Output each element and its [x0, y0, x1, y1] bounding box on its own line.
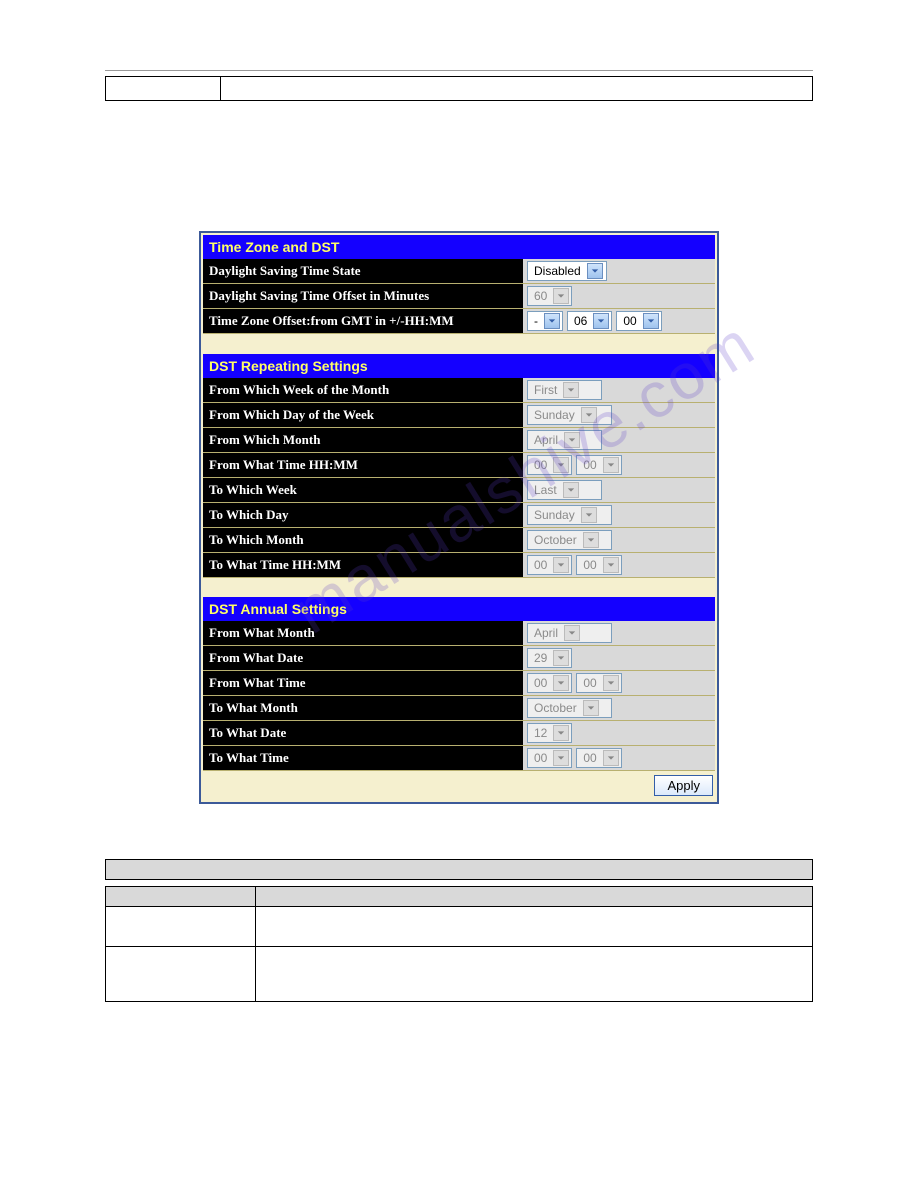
select-tz-sign-value: - — [530, 314, 540, 328]
chevron-down-icon — [603, 675, 619, 691]
select-tz-sign[interactable]: - — [527, 311, 563, 331]
select-ann-to-time-hh: 00 — [527, 748, 572, 768]
select-from-time-hh: 00 — [527, 455, 572, 475]
chevron-down-icon — [603, 457, 619, 473]
label-ann-from-date: From What Date — [203, 646, 523, 671]
label-from-month: From Which Month — [203, 427, 523, 452]
chevron-down-icon — [553, 725, 569, 741]
select-ann-to-time-mm: 00 — [576, 748, 621, 768]
section-header-timezone: Time Zone and DST — [203, 235, 715, 259]
chevron-down-icon — [564, 432, 580, 448]
select-to-month-value: October — [530, 533, 579, 547]
select-ann-from-month-value: April — [530, 626, 560, 640]
chevron-down-icon — [603, 557, 619, 573]
label-dst-state: Daylight Saving Time State — [203, 259, 523, 284]
select-ann-to-date: 12 — [527, 723, 572, 743]
select-dst-state-value: Disabled — [530, 264, 583, 278]
chevron-down-icon — [553, 557, 569, 573]
chevron-down-icon — [581, 407, 597, 423]
select-ann-from-date-value: 29 — [530, 651, 549, 665]
label-ann-to-date: To What Date — [203, 721, 523, 746]
select-tz-hh-value: 06 — [570, 314, 589, 328]
chevron-down-icon — [544, 313, 560, 329]
select-from-month: April — [527, 430, 602, 450]
select-tz-mm[interactable]: 00 — [616, 311, 661, 331]
top-empty-table — [105, 76, 813, 101]
chevron-down-icon — [553, 675, 569, 691]
bottom-gray-bar — [105, 859, 813, 880]
select-from-time-hh-value: 00 — [530, 458, 549, 472]
select-ann-to-time-mm-value: 00 — [579, 751, 598, 765]
select-from-day: Sunday — [527, 405, 612, 425]
select-tz-hh[interactable]: 06 — [567, 311, 612, 331]
select-dst-offset: 60 — [527, 286, 572, 306]
select-ann-to-date-value: 12 — [530, 726, 549, 740]
select-to-day-value: Sunday — [530, 508, 577, 522]
chevron-down-icon — [603, 750, 619, 766]
label-to-week: To Which Week — [203, 477, 523, 502]
select-dst-state[interactable]: Disabled — [527, 261, 607, 281]
select-from-month-value: April — [530, 433, 560, 447]
chevron-down-icon — [583, 700, 599, 716]
select-ann-to-month-value: October — [530, 701, 579, 715]
select-from-week-value: First — [530, 383, 559, 397]
select-from-time-mm: 00 — [576, 455, 621, 475]
select-ann-from-time-mm-value: 00 — [579, 676, 598, 690]
label-tz-offset: Time Zone Offset:from GMT in +/-HH:MM — [203, 309, 523, 334]
label-ann-from-month: From What Month — [203, 621, 523, 646]
chevron-down-icon — [563, 382, 579, 398]
label-ann-to-month: To What Month — [203, 696, 523, 721]
select-to-time-hh: 00 — [527, 555, 572, 575]
select-tz-mm-value: 00 — [619, 314, 638, 328]
bottom-description-table — [105, 886, 813, 1002]
select-ann-from-date: 29 — [527, 648, 572, 668]
chevron-down-icon — [643, 313, 659, 329]
select-ann-to-month: October — [527, 698, 612, 718]
select-from-day-value: Sunday — [530, 408, 577, 422]
settings-panel: Time Zone and DST Daylight Saving Time S… — [199, 231, 719, 804]
label-from-week: From Which Week of the Month — [203, 378, 523, 403]
select-from-week: First — [527, 380, 602, 400]
label-from-day: From Which Day of the Week — [203, 402, 523, 427]
select-ann-from-time-mm: 00 — [576, 673, 621, 693]
chevron-down-icon — [581, 507, 597, 523]
chevron-down-icon — [563, 482, 579, 498]
select-ann-from-time-hh: 00 — [527, 673, 572, 693]
label-to-time: To What Time HH:MM — [203, 552, 523, 577]
chevron-down-icon — [593, 313, 609, 329]
chevron-down-icon — [587, 263, 603, 279]
select-to-week-value: Last — [530, 483, 559, 497]
label-from-time: From What Time HH:MM — [203, 452, 523, 477]
select-to-week: Last — [527, 480, 602, 500]
label-to-day: To Which Day — [203, 502, 523, 527]
select-to-time-hh-value: 00 — [530, 558, 549, 572]
select-dst-offset-value: 60 — [530, 289, 549, 303]
chevron-down-icon — [553, 457, 569, 473]
select-ann-to-time-hh-value: 00 — [530, 751, 549, 765]
select-to-time-mm-value: 00 — [579, 558, 598, 572]
chevron-down-icon — [553, 650, 569, 666]
chevron-down-icon — [583, 532, 599, 548]
select-from-time-mm-value: 00 — [579, 458, 598, 472]
select-ann-from-month: April — [527, 623, 612, 643]
divider — [105, 70, 813, 71]
label-ann-from-time: From What Time — [203, 671, 523, 696]
chevron-down-icon — [553, 288, 569, 304]
chevron-down-icon — [553, 750, 569, 766]
label-to-month: To Which Month — [203, 527, 523, 552]
select-ann-from-time-hh-value: 00 — [530, 676, 549, 690]
chevron-down-icon — [564, 625, 580, 641]
label-dst-offset: Daylight Saving Time Offset in Minutes — [203, 284, 523, 309]
label-ann-to-time: To What Time — [203, 746, 523, 771]
apply-button[interactable]: Apply — [654, 775, 713, 796]
section-header-repeating: DST Repeating Settings — [203, 354, 715, 378]
select-to-month: October — [527, 530, 612, 550]
select-to-day: Sunday — [527, 505, 612, 525]
section-header-annual: DST Annual Settings — [203, 597, 715, 621]
select-to-time-mm: 00 — [576, 555, 621, 575]
